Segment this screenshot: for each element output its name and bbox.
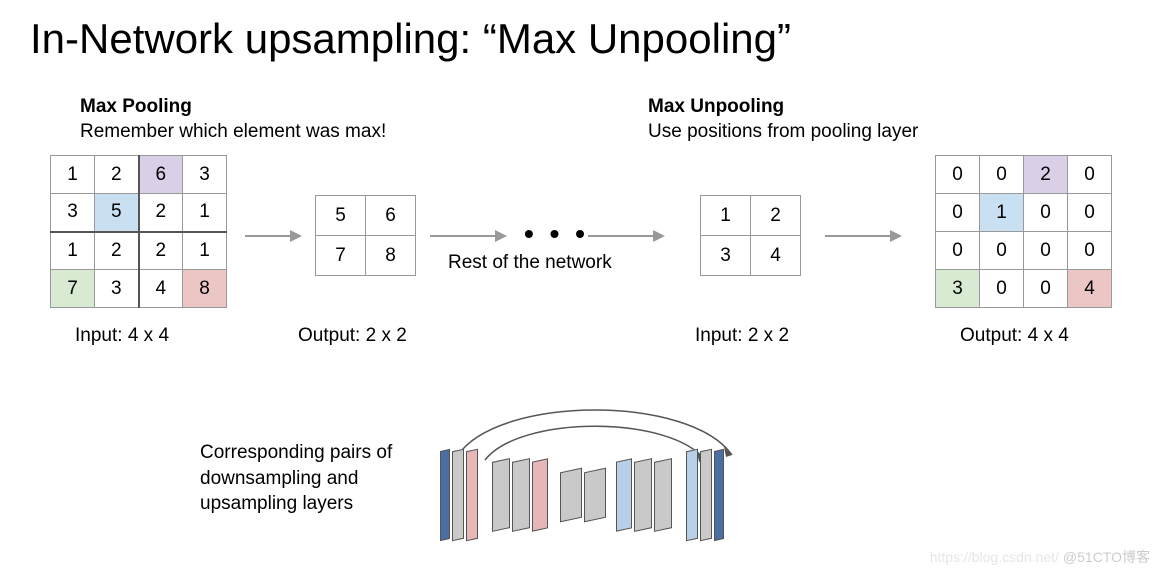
cell: 2 (139, 194, 183, 232)
arrow-icon (430, 235, 505, 237)
cell: 0 (1024, 232, 1068, 270)
cell-out-purple: 2 (1024, 156, 1068, 194)
cell: 0 (980, 156, 1024, 194)
slab-gray (634, 458, 652, 532)
slab-back-db (714, 449, 724, 541)
cell: 4 (139, 270, 183, 308)
ellipsis-icon: • • • (524, 218, 589, 250)
maxpool-sub: Remember which element was max! (80, 121, 386, 142)
cell: 3 (183, 156, 227, 194)
arrow-icon (245, 235, 300, 237)
cell: 0 (1024, 270, 1068, 308)
cell: 0 (1024, 194, 1068, 232)
cell: 0 (936, 156, 980, 194)
maxpool-input-grid: 1 2 6 3 3 5 2 1 1 2 2 1 7 3 4 8 (50, 155, 227, 308)
cell: 0 (936, 232, 980, 270)
slab-gray (512, 458, 530, 532)
cell: 0 (980, 232, 1024, 270)
maxpool-output-grid: 5 6 7 8 (315, 195, 416, 276)
cell: 1 (51, 232, 95, 270)
cell: 3 (95, 270, 139, 308)
cell-out-blue: 1 (980, 194, 1024, 232)
watermark-faint: https://blog.csdn.net/ (930, 549, 1059, 565)
watermark-text: @51CTO博客 (1063, 549, 1150, 565)
cell: 0 (1068, 194, 1112, 232)
cell: 1 (183, 232, 227, 270)
maxpool-caption: Input: 4 x 4 (75, 325, 169, 347)
watermark: https://blog.csdn.net/@51CTO博客 (930, 547, 1150, 567)
cell-max-pink: 8 (183, 270, 227, 308)
cell: 0 (980, 270, 1024, 308)
corresponding-pairs-label: Corresponding pairs of downsampling and … (200, 440, 420, 517)
cell: 5 (316, 196, 366, 236)
rest-of-network-label: Rest of the network (448, 252, 612, 274)
slab-front-db (440, 449, 450, 541)
slab-gray (584, 468, 606, 523)
unpool-output-grid: 0 0 2 0 0 1 0 0 0 0 0 0 3 0 0 4 (935, 155, 1112, 308)
arrow-icon (588, 235, 663, 237)
slab-gray (492, 458, 510, 532)
slab-gray (452, 449, 464, 542)
slab-blue (686, 449, 698, 542)
unpool-sub: Use positions from pooling layer (648, 121, 918, 142)
cell: 7 (316, 236, 366, 276)
cell: 0 (1068, 156, 1112, 194)
cell: 3 (51, 194, 95, 232)
cell: 1 (51, 156, 95, 194)
cell: 3 (701, 236, 751, 276)
network-diagram (430, 430, 760, 550)
unpool-output-caption: Output: 4 x 4 (960, 325, 1069, 347)
cell: 8 (366, 236, 416, 276)
slab-blue (616, 458, 632, 531)
page-title: In-Network upsampling: “Max Unpooling” (30, 15, 791, 63)
cell: 0 (1068, 232, 1112, 270)
unpool-input-caption: Input: 2 x 2 (695, 325, 789, 347)
unpool-heading: Max Unpooling Use positions from pooling… (648, 95, 918, 144)
cell: 6 (366, 196, 416, 236)
slab-gray (560, 468, 582, 523)
cell: 0 (936, 194, 980, 232)
slab-rose (466, 449, 478, 542)
cell-out-pink: 4 (1068, 270, 1112, 308)
maxpool-heading: Max Pooling Remember which element was m… (80, 95, 386, 144)
output2x2-caption: Output: 2 x 2 (298, 325, 407, 347)
cell-out-green: 3 (936, 270, 980, 308)
slab-gray (700, 449, 712, 542)
slab-rose (532, 458, 548, 531)
cell: 1 (701, 196, 751, 236)
slab-gray (654, 458, 672, 532)
cell: 1 (183, 194, 227, 232)
cell-max-blue: 5 (95, 194, 139, 232)
cell: 2 (139, 232, 183, 270)
unpool-input-grid: 1 2 3 4 (700, 195, 801, 276)
cell: 2 (751, 196, 801, 236)
unpool-heading-bold: Max Unpooling (648, 96, 784, 117)
cell: 2 (95, 156, 139, 194)
cell: 4 (751, 236, 801, 276)
maxpool-heading-bold: Max Pooling (80, 96, 192, 117)
cell: 2 (95, 232, 139, 270)
cell-max-purple: 6 (139, 156, 183, 194)
cell-max-green: 7 (51, 270, 95, 308)
arrow-icon (825, 235, 900, 237)
